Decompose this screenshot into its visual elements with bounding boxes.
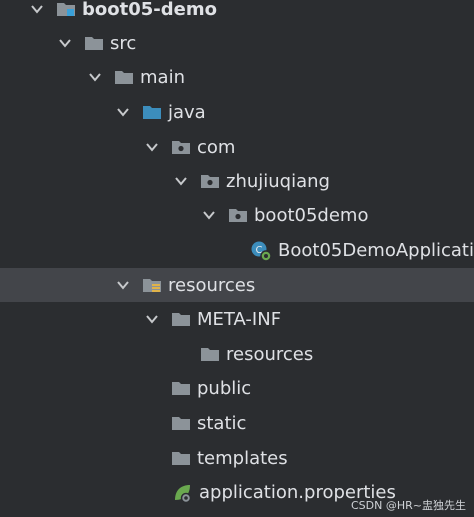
folder-icon [84,33,104,53]
tree-row-public[interactable]: public [0,371,474,405]
chevron-down-icon[interactable] [30,2,44,16]
tree-label-app-class: Boot05DemoApplicati [278,239,474,261]
folder-icon [171,448,191,468]
spring-class-icon: C [250,240,272,262]
tree-label-meta-resources: resources [226,343,314,365]
folder-icon [200,344,220,364]
tree-row-com[interactable]: com [0,130,474,164]
tree-row-static[interactable]: static [0,406,474,440]
chevron-down-icon[interactable] [145,312,159,326]
tree-row-java[interactable]: java [0,95,474,129]
package-icon [200,171,220,191]
tree-label-templates: templates [197,447,288,469]
chevron-down-icon[interactable] [202,208,216,222]
resources-folder-icon [142,275,162,295]
spring-leaf-icon [171,482,193,504]
chevron-down-icon[interactable] [88,70,102,84]
tree-label-boot05demo: boot05demo [254,204,369,226]
tree-label-static: static [197,412,247,434]
tree-row-zhujiuqiang[interactable]: zhujiuqiang [0,164,474,198]
tree-row-main[interactable]: main [0,60,474,94]
tree-row-src[interactable]: src [0,26,474,60]
chevron-down-icon[interactable] [174,174,188,188]
tree-label-main: main [140,66,185,88]
source-folder-icon [142,102,162,122]
tree-row-meta-inf[interactable]: META-INF [0,302,474,336]
tree-label-com: com [197,136,236,158]
package-icon [228,205,248,225]
folder-icon [171,413,191,433]
module-folder-icon [56,0,76,19]
tree-label-src: src [110,32,137,54]
chevron-down-icon[interactable] [58,36,72,50]
watermark: CSDN @HR~盅独先生 [351,499,466,512]
tree-row-meta-resources[interactable]: resources [0,337,474,371]
tree-label-zhujiuqiang: zhujiuqiang [226,170,330,192]
chevron-down-icon[interactable] [116,278,130,292]
tree-label-public: public [197,377,252,399]
tree-row-templates[interactable]: templates [0,441,474,475]
tree-label-root: boot05-demo [82,0,217,20]
package-icon [171,137,191,157]
tree-label-meta-inf: META-INF [197,308,282,330]
tree-row-root[interactable]: boot05-demo [0,0,474,26]
tree-row-boot05demo[interactable]: boot05demo [0,198,474,232]
tree-label-java: java [168,101,206,123]
chevron-down-icon[interactable] [116,105,130,119]
chevron-down-icon[interactable] [145,140,159,154]
folder-icon [171,378,191,398]
tree-row-resources[interactable]: resources [0,268,474,302]
tree-label-resources: resources [168,274,256,296]
folder-icon [114,67,134,87]
tree-row-app-class[interactable]: C Boot05DemoApplicati [0,233,474,267]
folder-icon [171,309,191,329]
